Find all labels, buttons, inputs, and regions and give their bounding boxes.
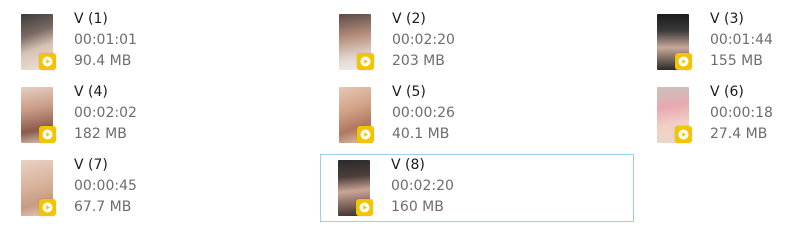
play-icon (675, 126, 692, 143)
file-size: 203 MB (392, 53, 445, 69)
file-item-v1[interactable]: V (1) 00:01:01 90.4 MB (18, 8, 332, 75)
file-duration: 00:01:01 (74, 32, 137, 48)
file-size: 182 MB (74, 126, 127, 142)
play-icon (39, 199, 56, 216)
file-name: V (7) (74, 157, 108, 173)
file-item-v3[interactable]: V (3) 00:01:44 155 MB (654, 8, 806, 75)
file-size: 155 MB (710, 53, 763, 69)
file-name: V (5) (392, 84, 426, 100)
play-icon (357, 53, 374, 70)
file-item-v8[interactable]: V (8) 00:02:20 160 MB (320, 154, 634, 222)
play-icon (357, 126, 374, 143)
file-name: V (2) (392, 11, 426, 27)
file-duration: 00:01:44 (710, 32, 773, 48)
play-icon (675, 53, 692, 70)
play-icon (39, 126, 56, 143)
file-duration: 00:00:26 (392, 105, 455, 121)
file-duration: 00:02:20 (392, 32, 455, 48)
file-size: 40.1 MB (392, 126, 450, 142)
file-size: 90.4 MB (74, 53, 132, 69)
file-name: V (1) (74, 11, 108, 27)
file-item-v2[interactable]: V (2) 00:02:20 203 MB (336, 8, 650, 75)
file-item-v5[interactable]: V (5) 00:00:26 40.1 MB (336, 81, 650, 148)
file-duration: 00:00:18 (710, 105, 773, 121)
file-duration: 00:00:45 (74, 178, 137, 194)
file-duration: 00:02:02 (74, 105, 137, 121)
file-item-v4[interactable]: V (4) 00:02:02 182 MB (18, 81, 332, 148)
play-icon (39, 53, 56, 70)
file-name: V (6) (710, 84, 744, 100)
file-size: 67.7 MB (74, 199, 132, 215)
file-name: V (8) (391, 157, 425, 173)
file-duration: 00:02:20 (391, 178, 454, 194)
file-item-v6[interactable]: V (6) 00:00:18 27.4 MB (654, 81, 806, 148)
file-size: 160 MB (391, 199, 444, 215)
file-size: 27.4 MB (710, 126, 768, 142)
file-item-v7[interactable]: V (7) 00:00:45 67.7 MB (18, 154, 332, 221)
file-name: V (3) (710, 11, 744, 27)
file-name: V (4) (74, 84, 108, 100)
play-icon (356, 199, 373, 216)
